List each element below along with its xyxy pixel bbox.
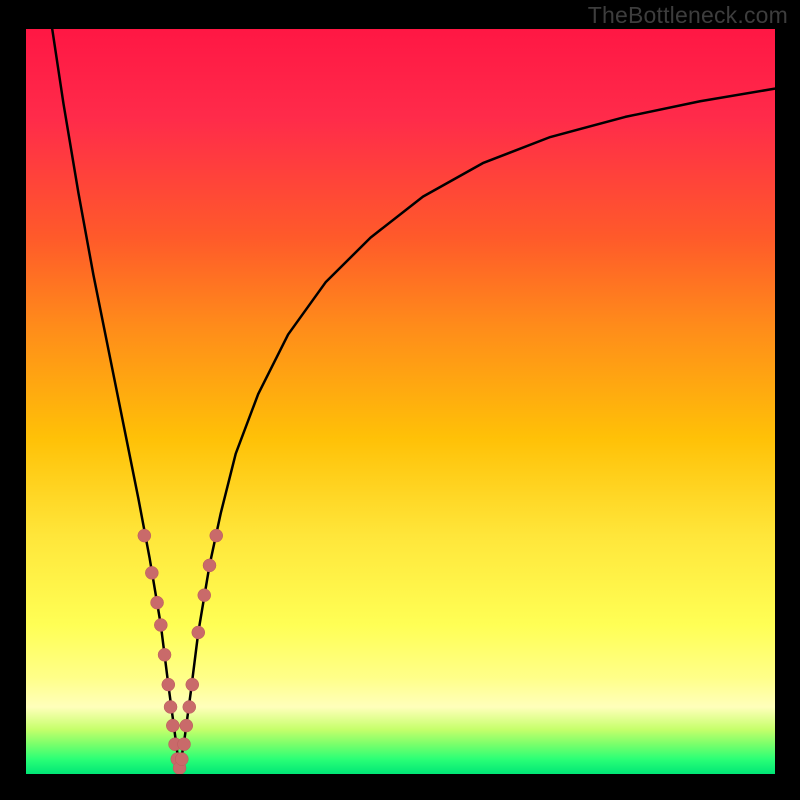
chart-plot-area xyxy=(26,29,775,774)
highlight-dot xyxy=(178,738,191,751)
highlight-dot xyxy=(162,678,175,691)
highlight-dot xyxy=(186,678,199,691)
highlight-dot xyxy=(198,589,211,602)
highlight-dot xyxy=(164,700,177,713)
chart-svg xyxy=(26,29,775,774)
highlight-dot xyxy=(151,596,164,609)
highlight-dot xyxy=(158,648,171,661)
chart-frame: TheBottleneck.com xyxy=(0,0,800,800)
watermark-text: TheBottleneck.com xyxy=(588,2,788,29)
highlight-dot xyxy=(192,626,205,639)
highlight-dot xyxy=(154,619,167,632)
highlight-dot xyxy=(180,719,193,732)
highlight-dot xyxy=(166,719,179,732)
highlight-dot xyxy=(175,753,188,766)
highlight-dot xyxy=(138,529,151,542)
highlight-dot xyxy=(203,559,216,572)
highlight-dot xyxy=(183,700,196,713)
highlight-dot xyxy=(210,529,223,542)
highlight-dot xyxy=(145,566,158,579)
